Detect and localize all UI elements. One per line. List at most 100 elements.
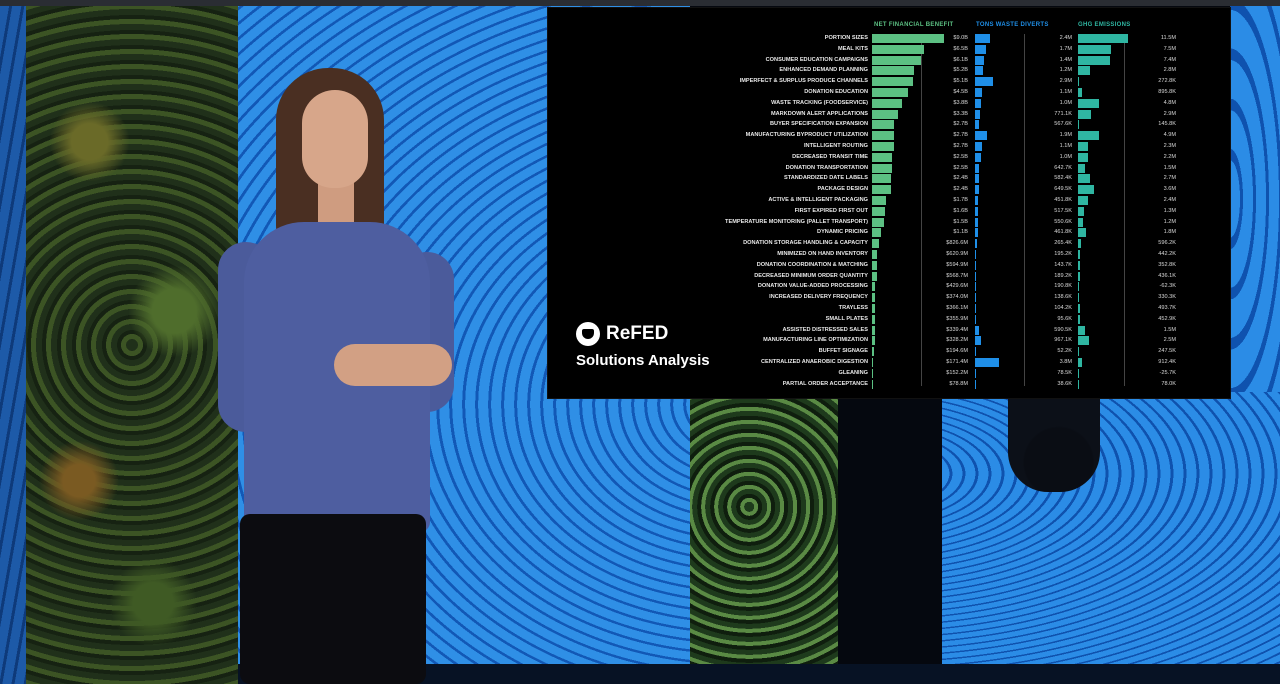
waste-bar [975, 98, 982, 108]
benefit-bar [872, 260, 877, 270]
waste-value: 642.7K [1054, 164, 1072, 171]
row-label: STANDARDIZED DATE LABELS [783, 175, 868, 182]
brand-logo: ReFED [576, 322, 710, 346]
benefit-value: $620.9M [946, 251, 968, 257]
waste-value: 451.8K [1054, 197, 1072, 203]
waste-bar [975, 131, 987, 141]
waste-value: 967.1K [1054, 337, 1072, 344]
ghg-value: 895.8K [1158, 89, 1176, 95]
ghg-value: 2.2M [1163, 153, 1176, 160]
benefit-bar [872, 228, 881, 238]
ghg-bar [1078, 304, 1081, 313]
benefit-value: $3.8B [953, 99, 968, 106]
ghg-value: 247.5K [1158, 348, 1176, 355]
ghg-value: 7.4M [1163, 56, 1176, 63]
waste-bar [975, 282, 977, 292]
waste-bar [975, 174, 979, 184]
waste-value: 3.8M [1059, 359, 1072, 365]
column-header-ghg: GHG EMISSIONS [1078, 22, 1131, 28]
presenter-hands [334, 344, 452, 386]
ghg-value: 1.3M [1163, 207, 1176, 214]
benefit-bar [872, 120, 894, 130]
benefit-bar [872, 55, 921, 65]
ghg-bar [1078, 325, 1085, 335]
benefit-value: $3.3B [953, 110, 968, 117]
benefit-value: $1.6B [953, 207, 968, 214]
dark-gap [838, 398, 942, 684]
waste-value: 590.5K [1054, 326, 1072, 333]
waste-bar [975, 142, 982, 151]
row-label: DYNAMIC PRICING [817, 229, 868, 236]
ghg-bar [1078, 152, 1088, 162]
benefit-bar [872, 163, 892, 173]
ghg-value: 2.5M [1163, 337, 1176, 344]
waste-bar [975, 325, 979, 335]
ghg-value: 1.5M [1163, 326, 1176, 333]
benefit-bar [872, 282, 876, 292]
benefit-bar [872, 314, 875, 324]
row-label: ASSISTED DISTRESSED SALES [782, 326, 868, 333]
benefit-value: $2.5B [953, 153, 968, 160]
waste-value: 78.5K [1057, 369, 1072, 376]
benefit-bar [872, 239, 879, 249]
benefit-value: $826.6M [946, 240, 968, 247]
benefit-value: $328.2M [946, 337, 968, 344]
waste-bar [975, 347, 976, 357]
row-label: DONATION VALUE-ADDED PROCESSING [757, 283, 868, 290]
waste-value: 2.4M [1059, 35, 1072, 41]
refed-logo-icon [576, 322, 600, 346]
waste-value: 104.2K [1054, 305, 1072, 311]
row-label: SMALL PLATES [825, 315, 868, 322]
benefit-bar [872, 98, 903, 108]
ghg-value: 4.8M [1163, 99, 1176, 106]
benefit-bar [872, 196, 886, 205]
row-label: DONATION COORDINATION & MATCHING [756, 261, 868, 268]
waste-bar [975, 336, 982, 346]
brand-name: ReFED [606, 323, 669, 344]
benefit-value: $78.8M [949, 380, 968, 387]
waste-bar [975, 55, 984, 65]
ghg-value: 1.5M [1163, 164, 1176, 171]
column-header-benefit: NET FINANCIAL BENEFIT [874, 22, 954, 28]
ghg-value: 442.2K [1158, 251, 1176, 257]
waste-value: 771.1K [1054, 110, 1072, 117]
presenter-pants [240, 514, 426, 684]
benefit-value: $4.5B [953, 89, 968, 95]
ghg-bar [1078, 44, 1111, 54]
ghg-bar [1078, 55, 1111, 65]
left-plant-wall [26, 6, 238, 684]
ghg-value: 4.9M [1163, 132, 1176, 139]
waste-value: 550.6K [1054, 218, 1072, 225]
waste-bar [975, 196, 978, 205]
benefit-bar [872, 304, 875, 313]
benefit-value: $2.5B [953, 164, 968, 171]
row-label: IMPERFECT & SURPLUS PRODUCE CHANNELS [739, 78, 868, 85]
ghg-bar [1078, 142, 1088, 151]
benefit-value: $2.4B [953, 175, 968, 182]
ghg-bar [1078, 66, 1091, 76]
benefit-value: $429.6M [946, 283, 968, 290]
ghg-value: 2.8M [1163, 67, 1176, 74]
row-label: MARKDOWN ALERT APPLICATIONS [770, 110, 868, 117]
benefit-bar [872, 152, 892, 162]
ghg-value: 3.6M [1163, 186, 1176, 193]
row-label: CENTRALIZED ANAEROBIC DIGESTION [760, 359, 868, 365]
ghg-bar [1078, 282, 1079, 292]
presenter-face [302, 90, 368, 188]
presentation-screen: ReFED Solutions Analysis NET FINANCIAL B… [548, 8, 1230, 398]
benefit-value: $339.4M [946, 326, 968, 333]
ghg-value: 452.9K [1158, 315, 1176, 322]
waste-value: 38.6K [1057, 380, 1072, 387]
row-label: CONSUMER EDUCATION CAMPAIGNS [765, 56, 868, 63]
row-label: TEMPERATURE MONITORING (PALLET TRANSPORT… [725, 218, 868, 225]
ghg-bar [1078, 379, 1079, 389]
ghg-bar [1078, 217, 1084, 227]
divider-2 [1024, 34, 1025, 386]
waste-bar [975, 44, 986, 54]
benefit-value: $366.1M [946, 305, 968, 311]
waste-bar [975, 77, 994, 87]
ghg-value: 2.9M [1163, 110, 1176, 117]
waste-bar [975, 314, 976, 324]
waste-value: 1.7M [1059, 45, 1072, 52]
benefit-bar [872, 174, 892, 184]
